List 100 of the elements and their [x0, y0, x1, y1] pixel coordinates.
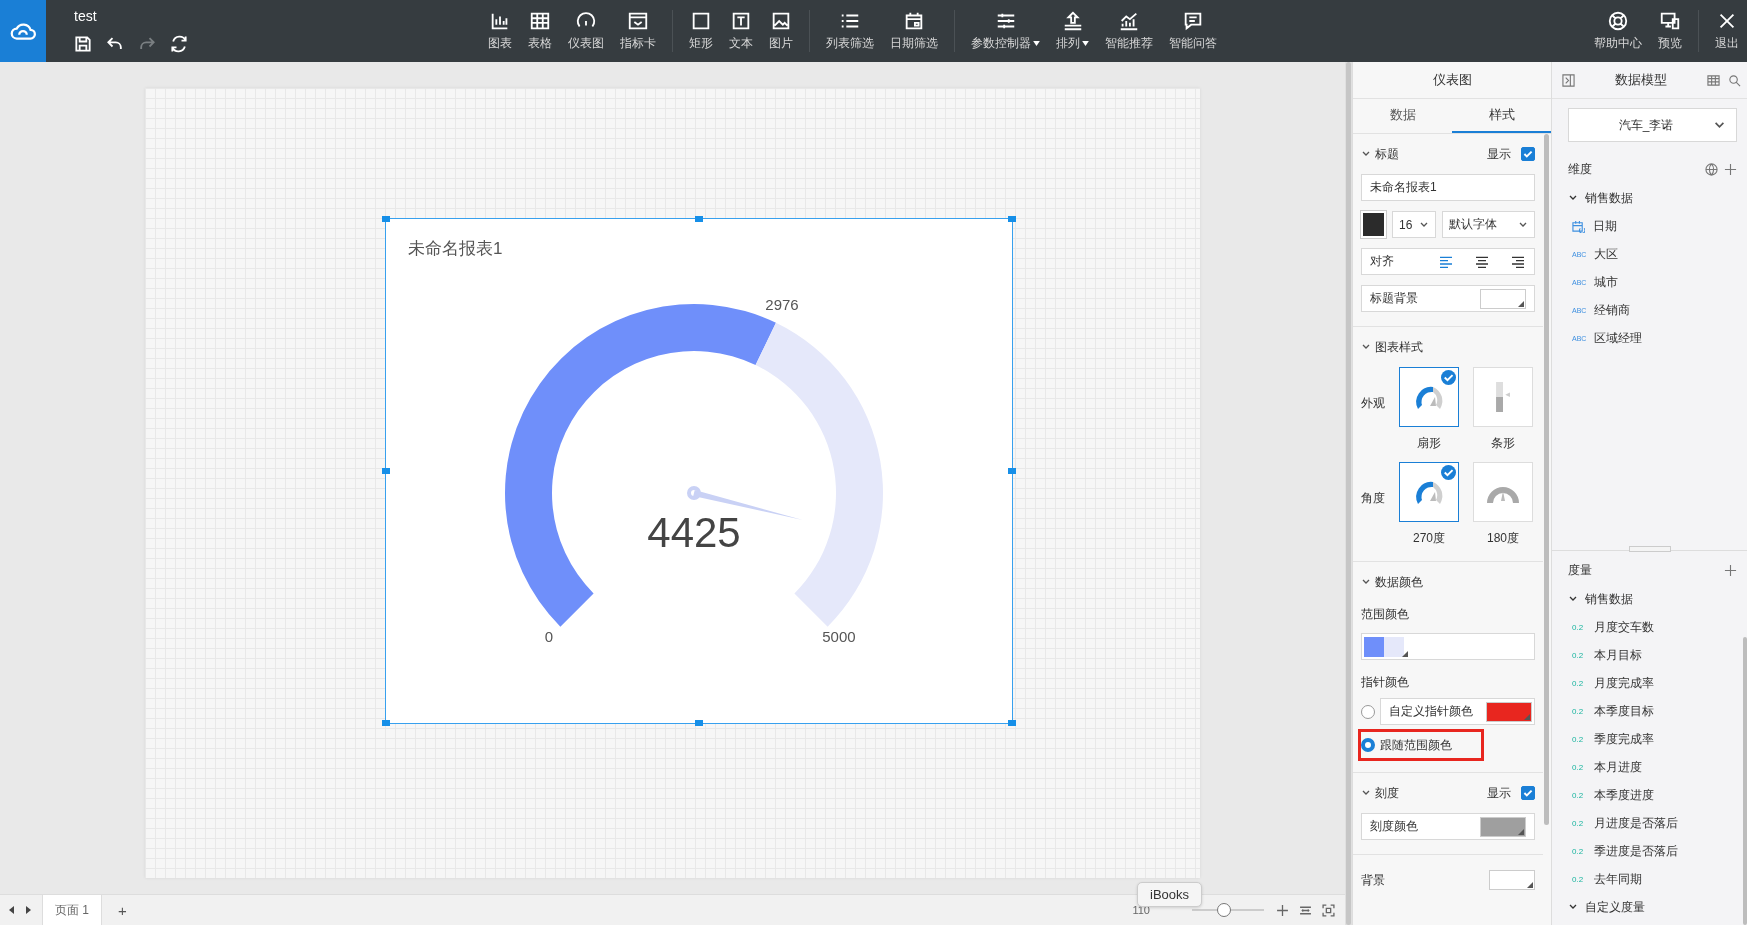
- range-color-field[interactable]: [1361, 633, 1535, 660]
- section-heading: 图表样式: [1375, 338, 1423, 356]
- resize-handle[interactable]: [1008, 720, 1016, 726]
- option-caption: 条形: [1491, 435, 1515, 452]
- toolbar-button[interactable]: 帮助中心: [1586, 4, 1650, 58]
- toolbar-button[interactable]: 指标卡: [612, 4, 664, 58]
- cloud-logo-icon[interactable]: [0, 0, 46, 62]
- add-icon[interactable]: [1724, 563, 1737, 577]
- toolbar-button[interactable]: 图表: [480, 4, 520, 58]
- resize-handle[interactable]: [382, 720, 390, 726]
- toolbar-button[interactable]: 列表筛选: [818, 4, 882, 58]
- option-label: 外观: [1361, 395, 1385, 412]
- color-picker[interactable]: [1489, 870, 1535, 890]
- speech-bubble-icon: [1182, 10, 1204, 32]
- type-label: 0.2: [1572, 762, 1585, 772]
- resize-handle[interactable]: [1008, 468, 1016, 474]
- field-item[interactable]: 月度完成率: [1594, 674, 1654, 692]
- field-item[interactable]: 经销商: [1594, 301, 1630, 319]
- color-swatch[interactable]: [1361, 211, 1386, 238]
- color-picker[interactable]: [1480, 288, 1526, 309]
- gauge-value: 4425: [647, 509, 741, 556]
- toolbar-button[interactable]: 仪表图: [560, 4, 612, 58]
- section-heading: 度量: [1568, 561, 1592, 579]
- table-icon[interactable]: [1707, 73, 1720, 87]
- previous-page-icon[interactable]: [8, 906, 16, 914]
- image-icon: [770, 10, 792, 32]
- style-option[interactable]: [1399, 462, 1459, 522]
- field-item[interactable]: 去年同期: [1594, 870, 1642, 888]
- toolbar-button[interactable]: 图片: [761, 4, 801, 58]
- tree-group[interactable]: 销售数据: [1568, 184, 1737, 212]
- field-item[interactable]: 本季度进度: [1594, 786, 1654, 804]
- radio-button[interactable]: [1361, 738, 1375, 752]
- checkbox[interactable]: [1521, 147, 1535, 161]
- add-page-button[interactable]: +: [112, 900, 133, 920]
- type-label: 0.2: [1572, 790, 1585, 800]
- calendar-icon: [1572, 219, 1585, 233]
- toolbar-button[interactable]: 智能问答: [1161, 4, 1225, 58]
- field-item[interactable]: 季度完成率: [1594, 730, 1654, 748]
- color-picker[interactable]: [1480, 816, 1526, 837]
- next-page-icon[interactable]: [24, 906, 32, 914]
- check-icon: [1441, 370, 1456, 385]
- check-icon: [1522, 787, 1534, 799]
- exit-button[interactable]: 退出: [1707, 4, 1747, 58]
- field-item[interactable]: 区域经理: [1594, 329, 1642, 347]
- toolbar-button[interactable]: 预览: [1650, 4, 1690, 58]
- widget-title: 未命名报表1: [408, 238, 503, 260]
- field-item[interactable]: 城市: [1594, 273, 1618, 291]
- field-item[interactable]: 本季度目标: [1594, 702, 1654, 720]
- radio-label: 自定义指针颜色: [1389, 703, 1473, 720]
- field-item[interactable]: 月进度是否落后: [1594, 814, 1678, 832]
- page-tab[interactable]: 页面 1: [42, 895, 102, 925]
- document-title: test: [74, 8, 98, 24]
- field-label: 指针颜色: [1361, 674, 1410, 691]
- color-picker[interactable]: [1486, 701, 1532, 722]
- save-icon: [73, 34, 93, 54]
- panel-title: 数据模型: [1614, 71, 1668, 89]
- resize-handle[interactable]: [695, 216, 703, 222]
- splitter-handle[interactable]: [1628, 546, 1671, 552]
- globe-icon[interactable]: [1705, 162, 1718, 176]
- toolbar-button[interactable]: 文本: [721, 4, 761, 58]
- field-item[interactable]: 月度交车数: [1594, 618, 1654, 636]
- type-label: 0.2: [1572, 846, 1585, 856]
- gauge-max-label: 5000: [822, 627, 856, 645]
- fit-screen-icon[interactable]: [1322, 903, 1335, 917]
- resize-handle[interactable]: [382, 468, 390, 474]
- tree-group[interactable]: 销售数据: [1568, 585, 1737, 613]
- search-icon[interactable]: [1728, 73, 1741, 87]
- field-item[interactable]: 季进度是否落后: [1594, 842, 1678, 860]
- toolbar-button[interactable]: 矩形: [681, 4, 721, 58]
- toolbar-button[interactable]: 日期筛选: [882, 4, 946, 58]
- title-input[interactable]: 未命名报表1: [1361, 174, 1535, 201]
- toolbar-button[interactable]: 表格: [520, 4, 560, 58]
- field-item[interactable]: 大区: [1594, 245, 1618, 263]
- option-caption: 270度: [1413, 530, 1445, 547]
- style-option[interactable]: [1399, 367, 1459, 427]
- toolbar-button[interactable]: 排列: [1048, 4, 1097, 58]
- panel-tab[interactable]: 数据: [1353, 99, 1452, 133]
- toolbar-button[interactable]: 参数控制器: [963, 4, 1048, 58]
- tree-group[interactable]: 自定义度量: [1568, 893, 1737, 921]
- resize-handle[interactable]: [695, 720, 703, 726]
- type-label: 0.2: [1572, 706, 1585, 716]
- font-family-select[interactable]: 默认字体: [1442, 211, 1535, 238]
- radio-button[interactable]: [1361, 704, 1375, 719]
- resize-handle[interactable]: [382, 216, 390, 222]
- collapse-panel-icon[interactable]: [1562, 73, 1575, 87]
- bar-gauge-icon: [1496, 382, 1510, 412]
- toolbar-button[interactable]: 智能推荐: [1097, 4, 1161, 58]
- field-item[interactable]: 本月目标: [1594, 646, 1642, 664]
- dataset-select[interactable]: 汽车_李诺: [1568, 108, 1737, 142]
- gauge-widget[interactable]: 未命名报表1 2976 0 5000 4425: [385, 218, 1013, 724]
- field-item[interactable]: 本月进度: [1594, 758, 1642, 776]
- title-background-label: 标题背景: [1370, 290, 1418, 307]
- add-icon[interactable]: [1724, 162, 1737, 176]
- zoom-in-icon[interactable]: [1276, 903, 1289, 917]
- checkbox[interactable]: [1521, 786, 1535, 800]
- lifebuoy-icon: [1607, 10, 1629, 32]
- field-item[interactable]: 日期: [1593, 217, 1617, 235]
- type-label: 0.2: [1572, 874, 1585, 884]
- font-size-select[interactable]: 16: [1392, 211, 1436, 238]
- resize-handle[interactable]: [1008, 216, 1016, 222]
